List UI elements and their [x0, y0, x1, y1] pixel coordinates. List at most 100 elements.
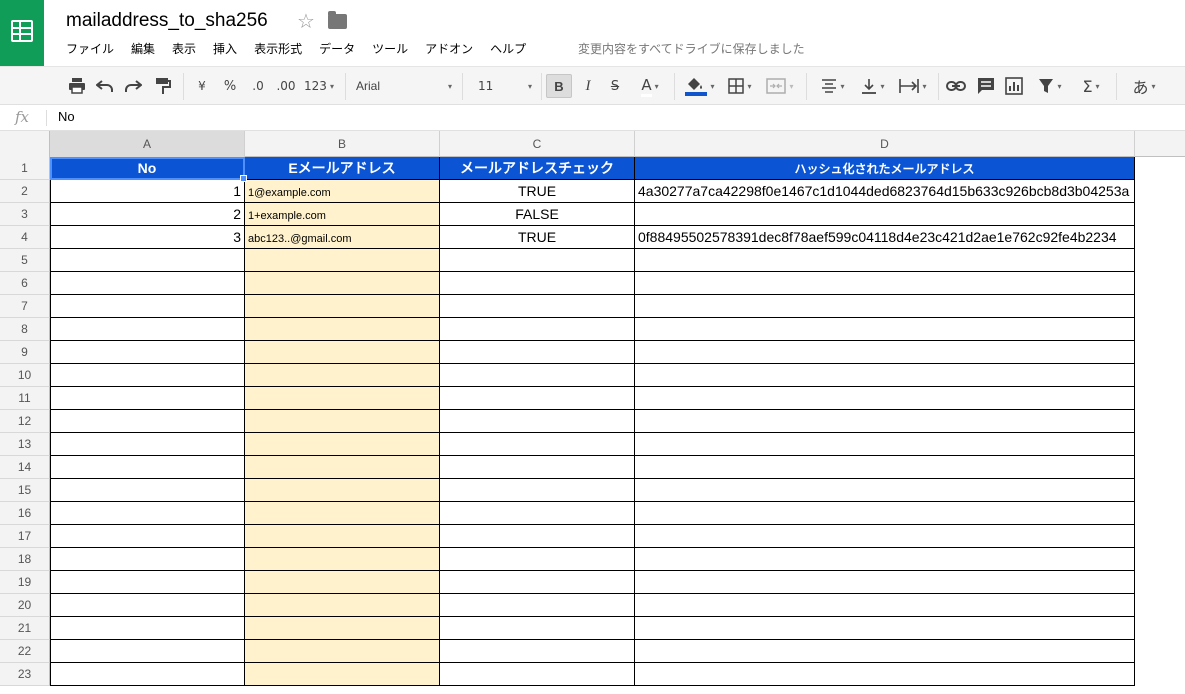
row-header[interactable]: 16: [0, 502, 50, 525]
cell-b[interactable]: [245, 617, 440, 640]
column-header-d[interactable]: D: [635, 131, 1135, 157]
row-header[interactable]: 21: [0, 617, 50, 640]
menu-tools[interactable]: ツール: [372, 40, 408, 58]
cell-d[interactable]: [635, 479, 1135, 502]
row-header[interactable]: 18: [0, 548, 50, 571]
cell-b[interactable]: [245, 249, 440, 272]
row-header[interactable]: 22: [0, 640, 50, 663]
percent-button[interactable]: %: [220, 74, 240, 98]
input-tools-button[interactable]: あ ▾: [1124, 74, 1164, 98]
filter-button[interactable]: ▾: [1032, 74, 1068, 98]
cell-b[interactable]: [245, 410, 440, 433]
more-formats-button[interactable]: 123 ▾: [302, 74, 336, 98]
row-header[interactable]: 3: [0, 203, 50, 226]
sheets-logo-icon[interactable]: [0, 0, 44, 66]
text-color-button[interactable]: A ▾: [632, 74, 668, 98]
row-header[interactable]: 9: [0, 341, 50, 364]
cell-b[interactable]: [245, 433, 440, 456]
row-header[interactable]: 5: [0, 249, 50, 272]
cell-c[interactable]: [440, 410, 635, 433]
cell-a[interactable]: [50, 594, 245, 617]
cell-b[interactable]: [245, 272, 440, 295]
row-header[interactable]: 7: [0, 295, 50, 318]
menu-help[interactable]: ヘルプ: [490, 40, 526, 58]
cell-d[interactable]: [635, 548, 1135, 571]
cell-c[interactable]: [440, 387, 635, 410]
cell-c[interactable]: [440, 479, 635, 502]
print-icon[interactable]: [66, 74, 88, 98]
row-header[interactable]: 12: [0, 410, 50, 433]
fill-handle[interactable]: [240, 175, 247, 182]
cell-d[interactable]: [635, 617, 1135, 640]
functions-button[interactable]: Σ ▾: [1074, 74, 1108, 98]
cell-a[interactable]: [50, 525, 245, 548]
cell-b[interactable]: [245, 456, 440, 479]
row-header[interactable]: 1: [0, 157, 50, 180]
cell-b[interactable]: abc123..@gmail.com: [245, 226, 440, 249]
row-header[interactable]: 8: [0, 318, 50, 341]
cell-a[interactable]: [50, 433, 245, 456]
cell-a1[interactable]: No: [50, 157, 245, 180]
horizontal-align-button[interactable]: ▾: [816, 74, 850, 98]
menu-format[interactable]: 表示形式: [254, 40, 302, 58]
cell-d[interactable]: [635, 295, 1135, 318]
cell-b[interactable]: [245, 594, 440, 617]
row-header[interactable]: 10: [0, 364, 50, 387]
bold-button[interactable]: B: [546, 74, 572, 98]
row-header[interactable]: 4: [0, 226, 50, 249]
borders-button[interactable]: ▾: [724, 74, 756, 98]
cell-d[interactable]: [635, 387, 1135, 410]
cell-c[interactable]: [440, 594, 635, 617]
menu-file[interactable]: ファイル: [66, 40, 114, 58]
cell-d[interactable]: [635, 433, 1135, 456]
document-title[interactable]: mailaddress_to_sha256: [66, 10, 268, 32]
cell-a[interactable]: [50, 502, 245, 525]
folder-icon[interactable]: [328, 11, 347, 29]
cell-a[interactable]: 3: [50, 226, 245, 249]
cell-a[interactable]: [50, 617, 245, 640]
cell-d[interactable]: [635, 410, 1135, 433]
cell-d[interactable]: [635, 502, 1135, 525]
cell-d[interactable]: [635, 663, 1135, 686]
cell-c[interactable]: [440, 663, 635, 686]
cell-a[interactable]: [50, 456, 245, 479]
save-status[interactable]: 変更内容をすべてドライブに保存しました: [578, 40, 805, 57]
cell-d[interactable]: 0f88495502578391dec8f78aef599c04118d4e23…: [635, 226, 1135, 249]
cell-c[interactable]: TRUE: [440, 226, 635, 249]
cell-b[interactable]: 1@example.com: [245, 180, 440, 203]
cell-b[interactable]: [245, 295, 440, 318]
cell-d[interactable]: [635, 456, 1135, 479]
cell-d[interactable]: [635, 525, 1135, 548]
cell-d[interactable]: [635, 364, 1135, 387]
cell-c[interactable]: [440, 548, 635, 571]
cell-d[interactable]: 4a30277a7ca42298f0e1467c1d1044ded6823764…: [635, 180, 1135, 203]
column-header-c[interactable]: C: [440, 131, 635, 157]
cell-c[interactable]: TRUE: [440, 180, 635, 203]
cell-c[interactable]: [440, 456, 635, 479]
insert-comment-icon[interactable]: [975, 74, 997, 98]
cell-c[interactable]: [440, 249, 635, 272]
cell-b[interactable]: [245, 502, 440, 525]
font-family-select[interactable]: Arial ▾: [356, 74, 452, 98]
cell-c[interactable]: [440, 295, 635, 318]
fill-color-button[interactable]: ▾: [682, 74, 718, 98]
cell-b[interactable]: [245, 663, 440, 686]
menu-view[interactable]: 表示: [172, 40, 196, 58]
cell-b[interactable]: [245, 318, 440, 341]
cell-c[interactable]: [440, 364, 635, 387]
cell-a[interactable]: [50, 249, 245, 272]
cell-a[interactable]: [50, 640, 245, 663]
cell-c[interactable]: [440, 318, 635, 341]
cell-c[interactable]: [440, 640, 635, 663]
cell-d[interactable]: [635, 249, 1135, 272]
cell-a[interactable]: [50, 272, 245, 295]
undo-icon[interactable]: [94, 74, 116, 98]
cell-a[interactable]: 1: [50, 180, 245, 203]
cell-c[interactable]: [440, 272, 635, 295]
cell-b[interactable]: [245, 479, 440, 502]
cell-c[interactable]: [440, 525, 635, 548]
cell-a[interactable]: [50, 663, 245, 686]
cell-b[interactable]: 1+example.com: [245, 203, 440, 226]
cell-a[interactable]: [50, 410, 245, 433]
row-header[interactable]: 17: [0, 525, 50, 548]
